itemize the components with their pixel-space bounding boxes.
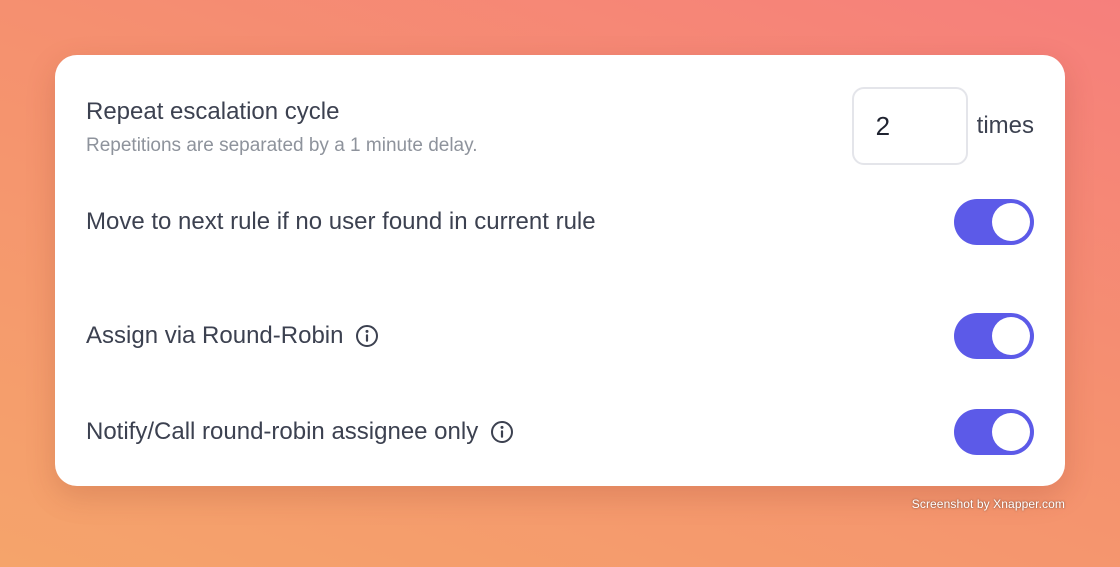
round-robin-row: Assign via Round-Robin: [86, 313, 1034, 359]
repeat-escalation-title: Repeat escalation cycle: [86, 98, 340, 125]
repeat-escalation-text: Repeat escalation cycle Repetitions are …: [86, 98, 478, 156]
next-rule-label: Move to next rule if no user found in cu…: [86, 208, 596, 235]
notify-assignee-label: Notify/Call round-robin assignee only: [86, 418, 479, 445]
next-rule-toggle[interactable]: [954, 199, 1034, 245]
notify-assignee-row: Notify/Call round-robin assignee only: [86, 409, 1034, 455]
repeat-count-unit: times: [976, 112, 1034, 139]
repeat-count-input[interactable]: 2: [851, 87, 968, 165]
next-rule-row: Move to next rule if no user found in cu…: [86, 199, 1034, 245]
repeat-count-control: 2 times: [851, 87, 1034, 165]
notify-assignee-label-group: Notify/Call round-robin assignee only: [86, 420, 514, 444]
repeat-escalation-subtitle: Repetitions are separated by a 1 minute …: [86, 135, 478, 156]
info-icon[interactable]: [355, 324, 379, 348]
next-rule-label-group: Move to next rule if no user found in cu…: [86, 210, 596, 234]
toggle-knob: [992, 203, 1030, 241]
toggle-knob: [992, 413, 1030, 451]
round-robin-toggle[interactable]: [954, 313, 1034, 359]
notify-assignee-toggle[interactable]: [954, 409, 1034, 455]
toggle-knob: [992, 317, 1030, 355]
round-robin-label: Assign via Round-Robin: [86, 322, 344, 349]
round-robin-label-group: Assign via Round-Robin: [86, 324, 379, 348]
watermark: Screenshot by Xnapper.com: [911, 497, 1065, 511]
settings-card: Repeat escalation cycle Repetitions are …: [55, 55, 1065, 486]
repeat-escalation-row: Repeat escalation cycle Repetitions are …: [86, 87, 1034, 165]
info-icon[interactable]: [490, 420, 514, 444]
